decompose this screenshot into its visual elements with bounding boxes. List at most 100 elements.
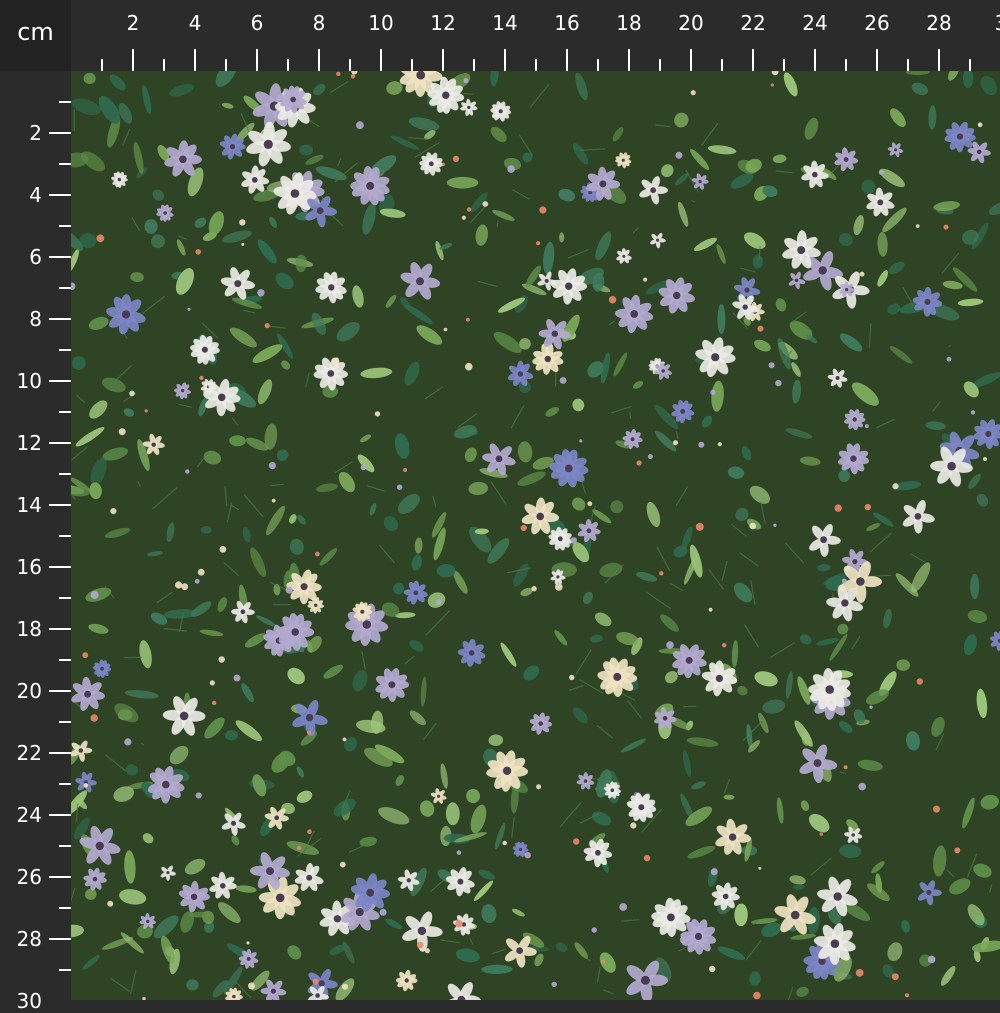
stem xyxy=(840,772,846,773)
leaf xyxy=(837,719,855,735)
flower-center xyxy=(163,211,167,215)
leaf xyxy=(376,803,412,828)
leaf xyxy=(776,797,785,824)
stem xyxy=(178,236,186,240)
flower-center xyxy=(220,883,226,889)
leaf xyxy=(799,799,811,812)
floret xyxy=(865,424,869,428)
stem xyxy=(330,82,348,93)
floret xyxy=(905,993,909,997)
stem xyxy=(111,979,129,992)
ruler-left-tick xyxy=(59,225,71,227)
flower-center xyxy=(836,376,840,380)
floret xyxy=(307,731,311,735)
flower-center xyxy=(795,279,799,283)
flower-center xyxy=(413,590,418,595)
leaf xyxy=(472,879,495,903)
floret xyxy=(666,641,674,649)
leaf xyxy=(966,608,988,625)
leaf xyxy=(987,199,1000,218)
leaf xyxy=(384,293,398,309)
flower-center xyxy=(231,821,236,826)
leaf xyxy=(493,822,507,851)
leaf xyxy=(147,550,163,557)
ruler-left-tick xyxy=(49,132,71,134)
ruler-top-label: 14 xyxy=(492,13,517,33)
leaf xyxy=(268,216,279,230)
flower-center xyxy=(366,889,374,897)
stem xyxy=(470,938,474,945)
leaf xyxy=(950,265,979,294)
leaf xyxy=(761,698,786,716)
leaf xyxy=(71,788,90,818)
stem xyxy=(582,482,586,494)
floret xyxy=(220,546,227,553)
leaf xyxy=(221,102,234,110)
leaf xyxy=(817,564,831,572)
stem xyxy=(425,387,443,400)
stem xyxy=(622,693,635,700)
flower-center xyxy=(360,610,364,614)
leaf xyxy=(145,219,158,234)
floret xyxy=(212,701,216,705)
leaf xyxy=(686,843,716,860)
ruler-top-label: 8 xyxy=(313,13,326,33)
flower-center xyxy=(845,288,848,291)
flower-center xyxy=(957,134,963,140)
leaf xyxy=(659,162,676,180)
ruler-left-tick xyxy=(49,876,71,878)
floret xyxy=(917,678,923,684)
flower-center xyxy=(844,157,849,162)
flower-center xyxy=(118,178,121,181)
leaf xyxy=(716,944,746,963)
flower-center xyxy=(686,657,693,664)
flower-center xyxy=(146,920,149,923)
floret xyxy=(265,323,270,328)
flower-center xyxy=(252,177,258,183)
ruler-left-label: 14 xyxy=(2,495,42,515)
leaf xyxy=(295,765,306,779)
floret xyxy=(417,942,424,949)
ruler-corner: cm xyxy=(0,0,71,71)
stem xyxy=(580,149,605,151)
flower-center xyxy=(613,673,621,681)
floret xyxy=(630,822,636,828)
stem xyxy=(628,701,642,719)
flower-center xyxy=(536,513,544,521)
leaf xyxy=(802,116,821,141)
leaf xyxy=(172,265,198,297)
stem xyxy=(270,484,284,486)
floret xyxy=(272,499,276,503)
ruler-left-tick xyxy=(59,163,71,165)
leaf xyxy=(468,803,490,835)
floret xyxy=(239,219,245,225)
ruler-left-label: 26 xyxy=(2,867,42,887)
leaf xyxy=(211,71,241,90)
flower-center xyxy=(599,180,606,187)
flower-center xyxy=(429,161,434,166)
leaf xyxy=(753,669,780,689)
ruler-left-tick xyxy=(59,349,71,351)
flower-center xyxy=(79,748,84,753)
floret xyxy=(307,829,312,834)
stem xyxy=(676,431,678,439)
flower-center xyxy=(405,978,409,982)
floret xyxy=(525,852,531,858)
ruler-top-tick xyxy=(225,59,227,71)
flower-center xyxy=(552,331,558,337)
stem xyxy=(269,326,285,328)
leaf xyxy=(414,322,445,349)
leaf xyxy=(123,850,136,884)
ruler-left-tick xyxy=(49,752,71,754)
leaf xyxy=(200,526,212,535)
leaf xyxy=(974,492,990,509)
flower-center xyxy=(291,189,300,198)
flower-center xyxy=(711,353,719,361)
flower-center xyxy=(328,284,334,290)
flower-center xyxy=(977,150,982,155)
leaf xyxy=(511,907,526,918)
stem xyxy=(587,958,590,961)
leaf xyxy=(731,640,739,668)
ruler-left-tick xyxy=(49,690,71,692)
leaf xyxy=(608,498,626,516)
